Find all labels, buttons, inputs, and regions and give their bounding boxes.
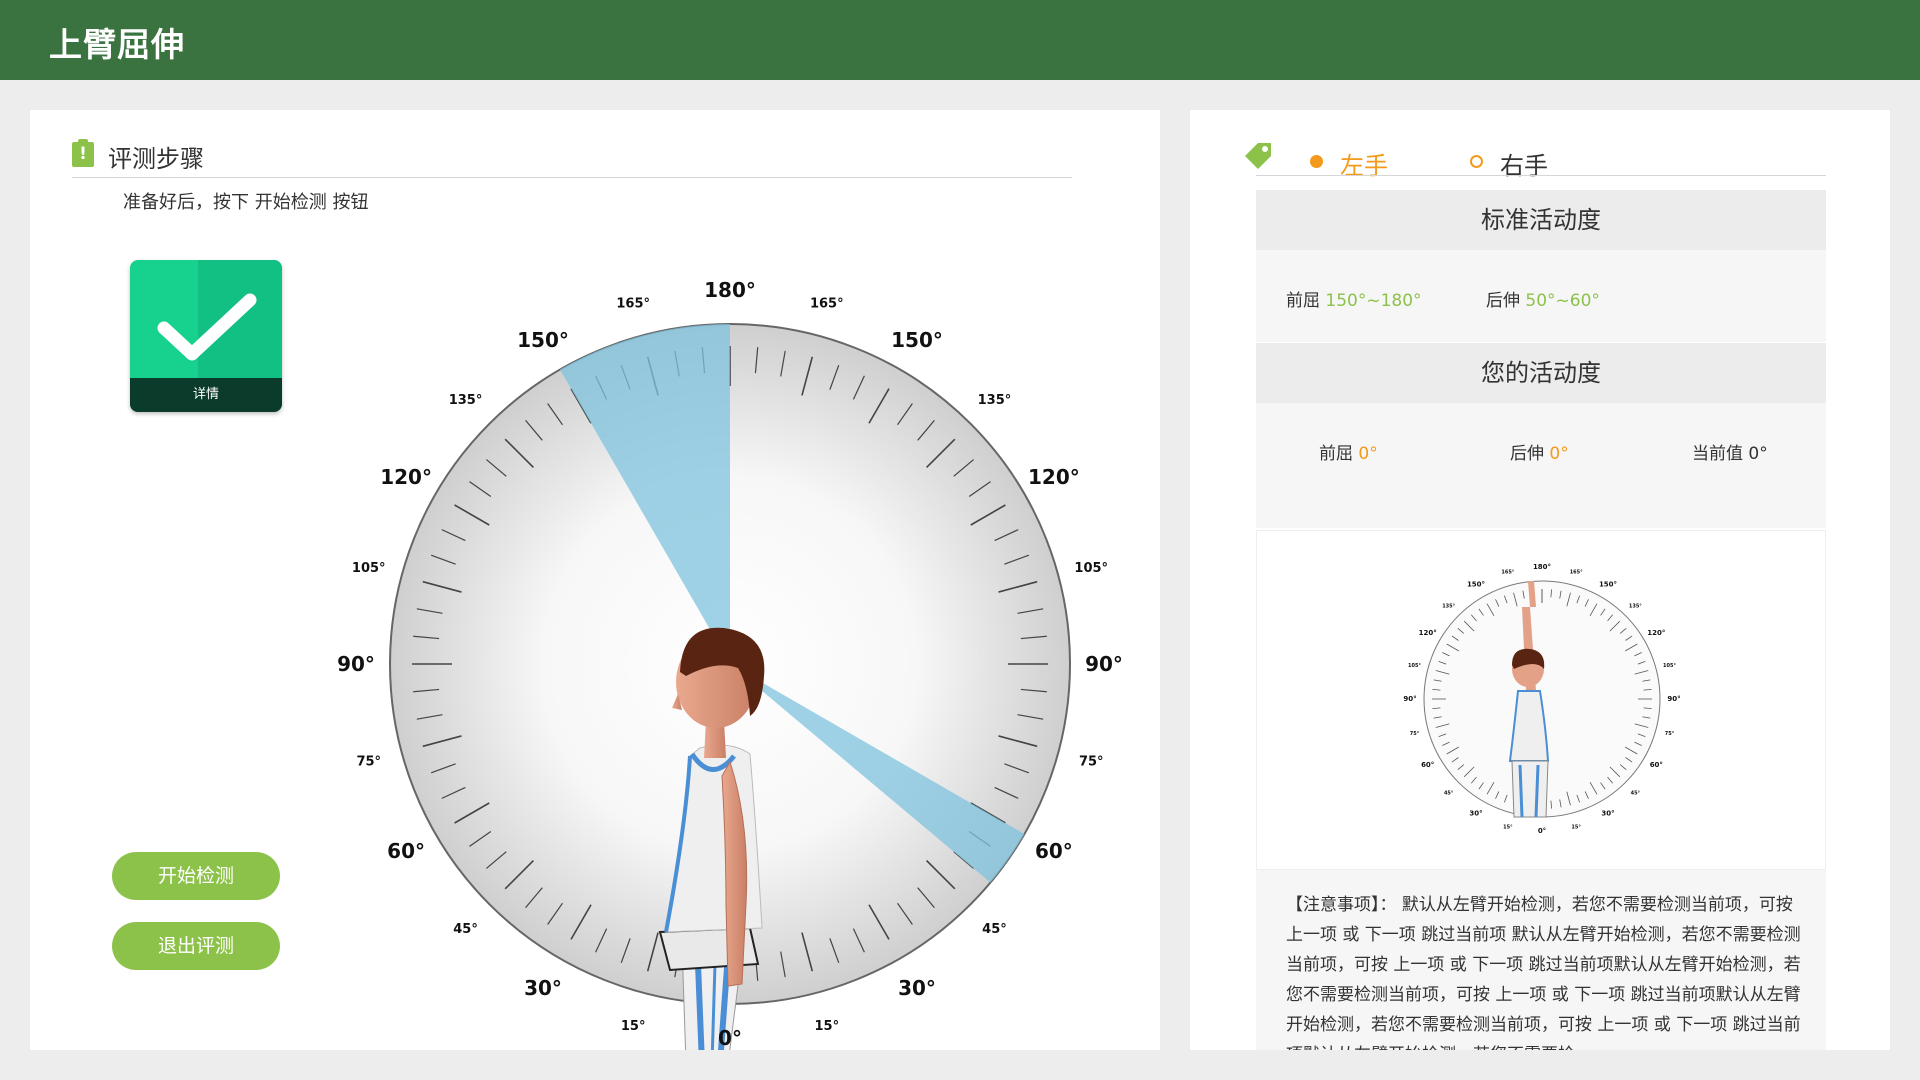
mini-dial-label: 105° [1663, 663, 1676, 669]
your-extension-value: 0° [1549, 444, 1569, 464]
results-panel: 左手 右手 标准活动度 前屈 150°~180° 后伸 50°~60° 您的活动… [1190, 110, 1890, 1050]
detail-label: 详情 [130, 378, 282, 412]
steps-instruction: 准备好后，按下 开始检测 按钮 [123, 192, 369, 213]
mini-dial-label: 150° [1599, 581, 1617, 589]
mini-dial-label: 45° [1631, 790, 1641, 796]
mini-dial-label: 15° [1571, 825, 1581, 831]
dial-svg: 180° 150° 150° 120° 120° 90° 90° 60° 60° 30° 30° 0°… [337, 278, 1123, 1050]
notes-box: 【注意事项】： 默认从左臂开始检测，若您不需要检测当前项，可按 上一项 或 下一… [1256, 870, 1826, 1050]
your-range-box: 您的活动度 前屈 0° 后伸 0° 当前值 0° [1256, 343, 1826, 528]
mini-dial-label: 75° [1665, 731, 1675, 737]
mini-dial-label: 165° [1501, 569, 1514, 575]
goniometer-dial: 180° 150° 150° 120° 120° 90° 90° 60° 60° 30° 30° 0°… [330, 264, 1130, 1050]
your-flexion: 前屈 0° [1319, 439, 1378, 464]
standard-range-title: 标准活动度 [1256, 190, 1826, 250]
top-header-bar: 上臂屈伸 [0, 0, 1920, 80]
steps-title: 评测步骤 [108, 145, 204, 173]
radio-unselected-dot [1470, 155, 1483, 168]
mini-dial-label: 30° [1601, 809, 1614, 817]
detail-card-button[interactable]: 详情 [130, 260, 282, 412]
mini-dial-label: 60° [1650, 761, 1663, 769]
dial-minor-label: 45° [453, 922, 478, 937]
mini-dial-label: 165° [1570, 569, 1583, 575]
mini-dial-label: 105° [1408, 663, 1421, 669]
dial-minor-label: 45° [982, 922, 1007, 937]
mini-dial-label: 90° [1667, 695, 1680, 703]
your-flexion-label: 前屈 [1319, 444, 1353, 464]
mini-dial-label: 45° [1444, 790, 1454, 796]
standard-extension: 后伸 50°~60° [1486, 286, 1600, 311]
dial-major-label: 30° [898, 976, 936, 1000]
dial-minor-label: 75° [356, 754, 381, 769]
mini-dial-label: 75° [1410, 731, 1420, 737]
dial-major-label: 60° [387, 839, 425, 863]
standard-range-row: 前屈 150°~180° 后伸 50°~60° [1256, 250, 1826, 342]
dial-minor-label: 105° [352, 561, 386, 576]
exit-assessment-button[interactable]: 退出评测 [112, 922, 280, 970]
mini-dial-label: 120° [1419, 629, 1437, 637]
tag-icon [1245, 143, 1271, 169]
checkmark-icon [157, 293, 257, 361]
standard-range-box: 标准活动度 前屈 150°~180° 后伸 50°~60° [1256, 190, 1826, 342]
standard-extension-value: 50°~60° [1525, 291, 1600, 311]
standard-flexion-label: 前屈 [1286, 291, 1320, 311]
standard-extension-label: 后伸 [1486, 291, 1520, 311]
dial-minor-label: 165° [616, 296, 650, 311]
clipboard-alert-icon: ! [72, 139, 94, 167]
dial-major-label: 30° [524, 976, 562, 1000]
dial-major-label: 0° [718, 1026, 742, 1050]
divider [1256, 175, 1826, 176]
steps-section-header: ! 评测步骤 [72, 130, 1072, 178]
current-value-number: 0° [1748, 444, 1768, 464]
dial-major-label: 90° [1085, 652, 1123, 676]
start-detection-button[interactable]: 开始检测 [112, 852, 280, 900]
assessment-steps-panel: ! 评测步骤 准备好后，按下 开始检测 按钮 详情 开始检测 退出评测 180°… [30, 110, 1160, 1050]
page-title: 上臂屈伸 [49, 25, 185, 64]
dial-major-label: 120° [1028, 465, 1080, 489]
hand-selector: 左手 右手 [1216, 120, 1856, 190]
mini-dial-label: 180° [1533, 563, 1551, 571]
dial-minor-label: 15° [815, 1019, 840, 1034]
dial-minor-label: 165° [810, 296, 844, 311]
standard-flexion: 前屈 150°~180° [1286, 286, 1422, 311]
current-value: 当前值 0° [1692, 439, 1768, 464]
your-extension-label: 后伸 [1510, 444, 1544, 464]
your-flexion-value: 0° [1358, 444, 1378, 464]
mini-dial-label: 150° [1467, 581, 1485, 589]
notes-text: 【注意事项】： 默认从左臂开始检测，若您不需要检测当前项，可按 上一项 或 下一… [1286, 895, 1801, 1050]
mini-dial-label: 15° [1503, 825, 1513, 831]
mini-dial-label: 135° [1629, 604, 1642, 610]
dial-major-label: 180° [704, 278, 756, 302]
your-range-title: 您的活动度 [1256, 343, 1826, 403]
dial-minor-label: 15° [621, 1019, 646, 1034]
preview-svg: 180° 150° 150° 120° 120° 90° 90° 60° 60° 30° 30° 0°… [1403, 563, 1680, 835]
your-range-row: 前屈 0° 后伸 0° 当前值 0° [1256, 403, 1826, 495]
dial-major-label: 150° [517, 328, 569, 352]
radio-selected-dot [1310, 155, 1323, 168]
mini-dial-label: 0° [1538, 827, 1546, 835]
dial-minor-label: 105° [1074, 561, 1108, 576]
dial-minor-label: 135° [449, 393, 483, 408]
standard-flexion-value: 150°~180° [1325, 291, 1422, 311]
dial-major-label: 120° [380, 465, 432, 489]
dial-major-label: 150° [891, 328, 943, 352]
mini-dial-label: 135° [1442, 604, 1455, 610]
current-value-label: 当前值 [1692, 444, 1743, 464]
mini-dial-label: 90° [1403, 695, 1416, 703]
dial-minor-label: 75° [1079, 754, 1104, 769]
mini-dial-label: 30° [1469, 809, 1482, 817]
dial-minor-label: 135° [978, 393, 1012, 408]
mini-dial-label: 120° [1647, 629, 1665, 637]
dial-major-label: 60° [1035, 839, 1073, 863]
dial-major-label: 90° [337, 652, 375, 676]
reference-pose-preview: 180° 150° 150° 120° 120° 90° 90° 60° 60° 30° 30° 0°… [1256, 530, 1826, 870]
mini-dial-label: 60° [1421, 761, 1434, 769]
your-extension: 后伸 0° [1510, 439, 1569, 464]
